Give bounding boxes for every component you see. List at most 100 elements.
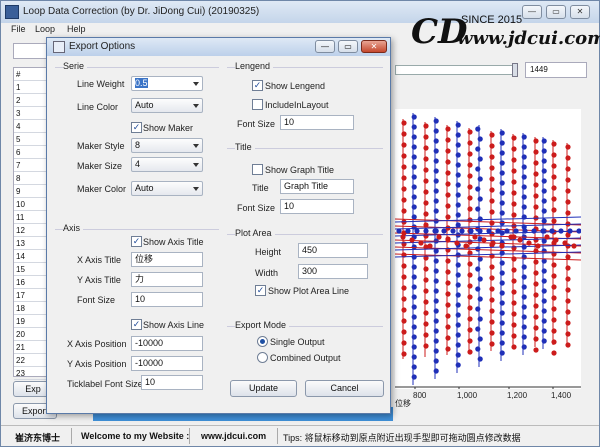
plot-point[interactable] (401, 120, 407, 126)
plot-point[interactable] (423, 189, 429, 195)
plot-point[interactable] (411, 304, 417, 310)
plot-point[interactable] (445, 258, 451, 264)
show-maker-checkbox[interactable]: ✓ (131, 122, 142, 133)
show-legend-checkbox[interactable]: ✓ (252, 80, 263, 91)
plot-point[interactable] (499, 260, 505, 266)
plot-point[interactable] (445, 137, 451, 143)
plot-point[interactable] (436, 234, 442, 240)
x-axis-position-input[interactable]: -10000 (131, 336, 203, 351)
plot-point[interactable] (445, 313, 451, 319)
plot-point[interactable] (533, 336, 539, 342)
plot-point[interactable] (533, 303, 539, 309)
plot-point[interactable] (551, 273, 557, 279)
plot-point[interactable] (455, 262, 461, 268)
dialog-maximize-button[interactable]: ▭ (338, 40, 358, 53)
plot-point[interactable] (489, 330, 495, 336)
plot-point[interactable] (455, 162, 461, 168)
plot-point[interactable] (489, 176, 495, 182)
plot-point[interactable] (499, 300, 505, 306)
plot-point[interactable] (522, 228, 528, 234)
plot-point[interactable] (477, 356, 483, 362)
plot-point[interactable] (411, 274, 417, 280)
plot-point[interactable] (411, 144, 417, 150)
plot-point[interactable] (455, 122, 461, 128)
plot-point[interactable] (535, 243, 541, 249)
show-maker-label[interactable]: Show Maker (143, 123, 193, 133)
plot-point[interactable] (521, 204, 527, 210)
show-axis-title-label[interactable]: Show Axis Title (143, 237, 204, 247)
plot-point[interactable] (467, 173, 473, 179)
plot-point[interactable] (423, 343, 429, 349)
plot-point[interactable] (433, 258, 439, 264)
plot-point[interactable] (541, 218, 547, 224)
plot-point[interactable] (533, 270, 539, 276)
plot-point[interactable] (411, 164, 417, 170)
plot-point[interactable] (467, 206, 473, 212)
plot-point[interactable] (504, 228, 510, 234)
plot-point[interactable] (533, 160, 539, 166)
plot-point[interactable] (541, 268, 547, 274)
plot-point[interactable] (475, 326, 481, 332)
plot-point[interactable] (565, 177, 571, 183)
plot-point[interactable] (411, 204, 417, 210)
plot-point[interactable] (541, 208, 547, 214)
plot-point[interactable] (511, 289, 517, 295)
x-axis-title-input[interactable]: 位移 (131, 252, 203, 267)
plot-point[interactable] (541, 278, 547, 284)
plot-point[interactable] (401, 274, 407, 280)
plot-point[interactable] (433, 358, 439, 364)
plot-point[interactable] (541, 138, 547, 144)
plot-point[interactable] (521, 294, 527, 300)
plot-point[interactable] (467, 316, 473, 322)
plot-point[interactable] (423, 145, 429, 151)
plot-point[interactable] (533, 182, 539, 188)
axis-font-size-input[interactable]: 10 (131, 292, 203, 307)
plot-point[interactable] (455, 212, 461, 218)
plot-point[interactable] (433, 128, 439, 134)
plot-point[interactable] (495, 228, 501, 234)
menu-loop[interactable]: Loop (35, 24, 55, 34)
plot-point[interactable] (511, 245, 517, 251)
plot-point[interactable] (423, 277, 429, 283)
plot-point[interactable] (418, 240, 424, 246)
plot-point[interactable] (533, 138, 539, 144)
plot-point[interactable] (411, 244, 417, 250)
slider-thumb[interactable] (512, 63, 518, 77)
plot-point[interactable] (433, 368, 439, 374)
plot-point[interactable] (551, 152, 557, 158)
plot-point[interactable] (551, 295, 557, 301)
plot-point[interactable] (423, 211, 429, 217)
plot-point[interactable] (521, 264, 527, 270)
line-weight-input[interactable]: 0.5 (131, 76, 203, 91)
line-color-select[interactable]: Auto (131, 98, 203, 113)
frame-slider[interactable] (395, 65, 517, 75)
plot-point[interactable] (423, 299, 429, 305)
plot-point[interactable] (411, 194, 417, 200)
maker-size-select[interactable]: 4 (131, 157, 203, 172)
plot-point[interactable] (433, 138, 439, 144)
plot-point[interactable] (533, 347, 539, 353)
plot-point[interactable] (468, 228, 474, 234)
plot-point[interactable] (489, 308, 495, 314)
plot-point[interactable] (467, 184, 473, 190)
legend-font-size-input[interactable]: 10 (280, 115, 354, 130)
plot-point[interactable] (558, 228, 564, 234)
plot-point[interactable] (445, 181, 451, 187)
plot-point[interactable] (511, 146, 517, 152)
plot-point[interactable] (511, 256, 517, 262)
plot-point[interactable] (549, 228, 555, 234)
plot-point[interactable] (499, 280, 505, 286)
status-site[interactable]: www.jdcui.com (201, 431, 266, 441)
plot-point[interactable] (533, 325, 539, 331)
plot-point[interactable] (401, 329, 407, 335)
plot-point[interactable] (423, 156, 429, 162)
plot-point[interactable] (414, 228, 420, 234)
plot-point[interactable] (541, 338, 547, 344)
plot-point[interactable] (455, 192, 461, 198)
plot-point[interactable] (499, 243, 505, 249)
plot-point[interactable] (565, 309, 571, 315)
plot-point[interactable] (400, 234, 406, 240)
plot-point[interactable] (467, 140, 473, 146)
plot-point[interactable] (475, 266, 481, 272)
plot-point[interactable] (433, 308, 439, 314)
